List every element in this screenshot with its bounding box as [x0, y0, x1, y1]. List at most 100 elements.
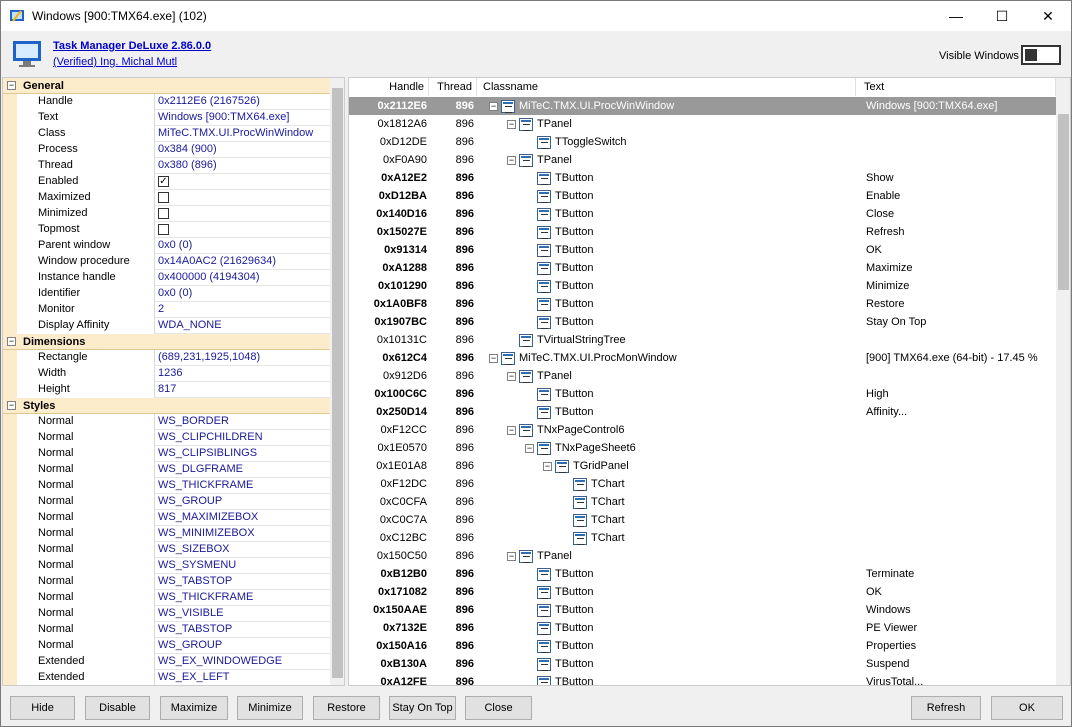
property-row[interactable]: Normal WS_DLGFRAME [3, 462, 330, 478]
tree-row[interactable]: 0x1E01A8 896 − TGridPanel [349, 457, 1056, 475]
property-row[interactable]: Normal WS_THICKFRAME [3, 590, 330, 606]
property-row[interactable]: Maximized [3, 190, 330, 206]
tree-row[interactable]: 0x100C6C 896 TButton High [349, 385, 1056, 403]
column-header-classname[interactable]: Classname [477, 78, 856, 96]
tree-row[interactable]: 0xC0C7A 896 TChart [349, 511, 1056, 529]
tree-row[interactable]: 0x91314 896 TButton OK [349, 241, 1056, 259]
collapse-icon[interactable]: − [7, 337, 16, 346]
stay-on-top-button[interactable]: Stay On Top [389, 696, 456, 720]
property-row[interactable]: Extended WS_EX_WINDOWEDGE [3, 654, 330, 670]
tree-row[interactable]: 0xA12E2 896 TButton Show [349, 169, 1056, 187]
property-checkbox[interactable]: ✓ [158, 176, 169, 187]
collapse-icon[interactable]: − [7, 401, 16, 410]
property-row[interactable]: Text Windows [900:TMX64.exe] [3, 110, 330, 126]
property-checkbox[interactable] [158, 192, 169, 203]
tree-row[interactable]: 0x1A0BF8 896 TButton Restore [349, 295, 1056, 313]
tree-row[interactable]: 0xF12CC 896 − TNxPageControl6 [349, 421, 1056, 439]
refresh-button[interactable]: Refresh [911, 696, 981, 720]
property-row[interactable]: Normal WS_TABSTOP [3, 574, 330, 590]
tree-row[interactable]: 0xF0A90 896 − TPanel [349, 151, 1056, 169]
collapse-icon[interactable]: − [525, 444, 534, 453]
disable-button[interactable]: Disable [85, 696, 150, 720]
tree-row[interactable]: 0x101290 896 TButton Minimize [349, 277, 1056, 295]
property-row[interactable]: Class MiTeC.TMX.UI.ProcWinWindow [3, 126, 330, 142]
tree-row[interactable]: 0x150AAE 896 TButton Windows [349, 601, 1056, 619]
tree-row[interactable]: 0x15027E 896 TButton Refresh [349, 223, 1056, 241]
tree-row[interactable]: 0x10131C 896 TVirtualStringTree [349, 331, 1056, 349]
publisher-link[interactable]: (Verified) Ing. Michal Mutl [53, 56, 177, 68]
tree-row[interactable]: 0xD12DE 896 TToggleSwitch [349, 133, 1056, 151]
collapse-icon[interactable]: − [489, 354, 498, 363]
property-row[interactable]: Enabled ✓ [3, 174, 330, 190]
property-row[interactable]: Normal WS_BORDER [3, 414, 330, 430]
collapse-icon[interactable]: − [507, 426, 516, 435]
tree-row[interactable]: 0x150A16 896 TButton Properties [349, 637, 1056, 655]
property-row[interactable]: Instance handle 0x400000 (4194304) [3, 270, 330, 286]
tree-row[interactable]: 0x1812A6 896 − TPanel [349, 115, 1056, 133]
tree-row[interactable]: 0x1907BC 896 TButton Stay On Top [349, 313, 1056, 331]
category-dimensions[interactable]: − Dimensions [3, 334, 330, 350]
property-row[interactable]: Height 817 [3, 382, 330, 398]
property-row[interactable]: Normal WS_GROUP [3, 638, 330, 654]
tree-row[interactable]: 0xB130A 896 TButton Suspend [349, 655, 1056, 673]
collapse-icon[interactable]: − [507, 120, 516, 129]
category-general[interactable]: − General [3, 78, 330, 94]
collapse-icon[interactable]: − [543, 462, 552, 471]
close-window-button[interactable]: ✕ [1025, 1, 1071, 31]
property-row[interactable]: Topmost [3, 222, 330, 238]
tree-row[interactable]: 0xA12FE 896 TButton VirusTotal... [349, 673, 1056, 685]
property-row[interactable]: Normal WS_CLIPCHILDREN [3, 430, 330, 446]
properties-scrollbar[interactable] [330, 78, 344, 685]
property-row[interactable]: Display Affinity WDA_NONE [3, 318, 330, 334]
property-row[interactable]: Normal WS_CLIPSIBLINGS [3, 446, 330, 462]
ok-button[interactable]: OK [991, 696, 1063, 720]
collapse-icon[interactable]: − [507, 372, 516, 381]
tree-row[interactable]: 0x7132E 896 TButton PE Viewer [349, 619, 1056, 637]
property-row[interactable]: Normal WS_MAXIMIZEBOX [3, 510, 330, 526]
property-row[interactable]: Normal WS_MINIMIZEBOX [3, 526, 330, 542]
property-row[interactable]: Minimized [3, 206, 330, 222]
property-row[interactable]: Normal WS_TABSTOP [3, 622, 330, 638]
property-row[interactable]: Handle 0x2112E6 (2167526) [3, 94, 330, 110]
restore-button[interactable]: Restore [313, 696, 380, 720]
minimize-button[interactable]: Minimize [237, 696, 303, 720]
property-row[interactable]: Normal WS_SYSMENU [3, 558, 330, 574]
tree-row[interactable]: 0x171082 896 TButton OK [349, 583, 1056, 601]
scrollbar-thumb[interactable] [1058, 114, 1069, 290]
collapse-icon[interactable]: − [7, 81, 16, 90]
property-row[interactable]: Normal WS_VISIBLE [3, 606, 330, 622]
tree-row[interactable]: 0x1E0570 896 − TNxPageSheet6 [349, 439, 1056, 457]
tree-scrollbar[interactable] [1056, 78, 1070, 685]
collapse-icon[interactable]: − [507, 552, 516, 561]
collapse-icon[interactable]: − [489, 102, 498, 111]
property-row[interactable]: Thread 0x380 (896) [3, 158, 330, 174]
property-row[interactable]: Window procedure 0x14A0AC2 (21629634) [3, 254, 330, 270]
property-row[interactable]: Process 0x384 (900) [3, 142, 330, 158]
column-header-handle[interactable]: Handle [349, 78, 429, 96]
tree-row[interactable]: 0xA1288 896 TButton Maximize [349, 259, 1056, 277]
property-row[interactable]: Normal WS_THICKFRAME [3, 478, 330, 494]
tree-row[interactable]: 0x250D14 896 TButton Affinity... [349, 403, 1056, 421]
properties-panel[interactable]: − General Handle 0x2112E6 (2167526) Text Wind… [2, 77, 345, 686]
window-tree-panel[interactable]: Handle Thread Classname Text 0x2112E6 896… [348, 77, 1071, 686]
tree-row[interactable]: 0xC12BC 896 TChart [349, 529, 1056, 547]
category-styles[interactable]: − Styles [3, 398, 330, 414]
visible-windows-toggle[interactable] [1021, 45, 1061, 65]
column-header-text[interactable]: Text [856, 78, 1056, 96]
scrollbar-thumb[interactable] [332, 88, 343, 678]
app-name-link[interactable]: Task Manager DeLuxe 2.86.0.0 [53, 40, 211, 52]
maximize-button[interactable]: Maximize [160, 696, 228, 720]
property-row[interactable]: Normal WS_GROUP [3, 494, 330, 510]
property-row[interactable]: Identifier 0x0 (0) [3, 286, 330, 302]
tree-row[interactable]: 0xD12BA 896 TButton Enable [349, 187, 1056, 205]
property-row[interactable]: Extended WS_EX_LEFT [3, 670, 330, 685]
hide-button[interactable]: Hide [10, 696, 75, 720]
property-row[interactable]: Normal WS_SIZEBOX [3, 542, 330, 558]
property-row[interactable]: Monitor 2 [3, 302, 330, 318]
property-checkbox[interactable] [158, 224, 169, 235]
property-row[interactable]: Rectangle (689,231,1925,1048) [3, 350, 330, 366]
column-header-thread[interactable]: Thread [429, 78, 477, 96]
tree-row[interactable]: 0xB12B0 896 TButton Terminate [349, 565, 1056, 583]
tree-row[interactable]: 0x612C4 896 − MiTeC.TMX.UI.ProcMonWindow [90… [349, 349, 1056, 367]
tree-row[interactable]: 0x2112E6 896 − MiTeC.TMX.UI.ProcWinWindow Wi… [349, 97, 1056, 115]
